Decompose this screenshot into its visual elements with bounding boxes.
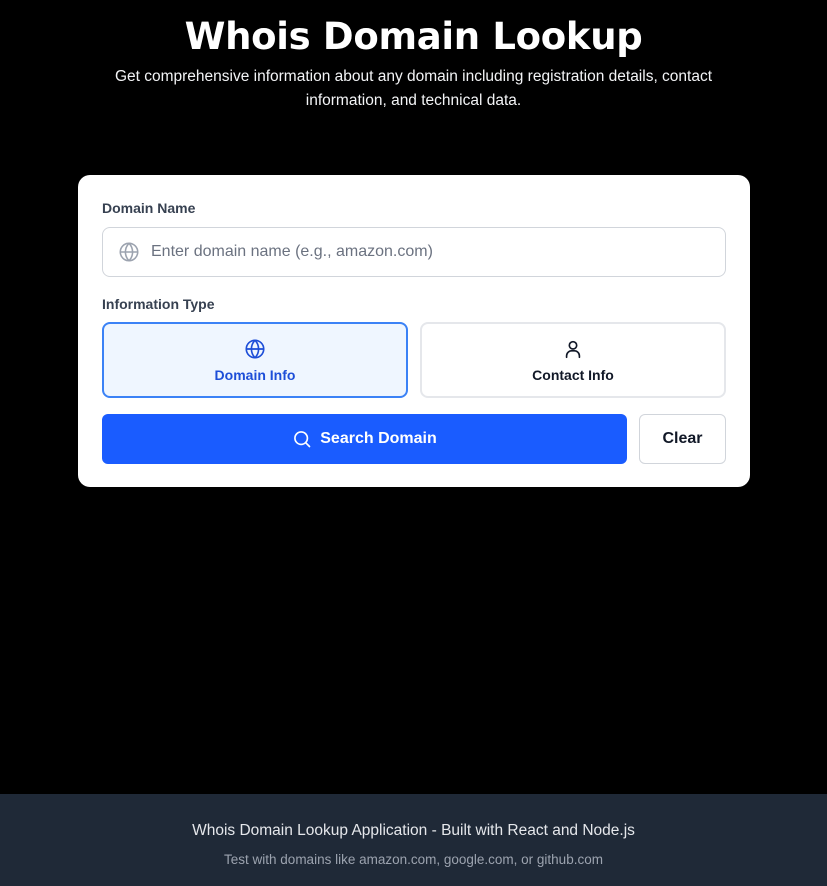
globe-icon: [119, 242, 139, 262]
domain-input-wrapper[interactable]: [102, 227, 726, 277]
domain-input[interactable]: [103, 228, 725, 276]
domain-info-label: Domain Info: [214, 366, 296, 383]
search-domain-button[interactable]: Search Domain: [102, 414, 627, 464]
lookup-card: Domain Name Information Type Domain Info…: [78, 175, 750, 487]
page-title: Whois Domain Lookup: [184, 15, 643, 58]
domain-name-label: Domain Name: [102, 200, 196, 216]
information-type-selector: Domain Info Contact Info: [102, 322, 726, 398]
user-icon: [565, 340, 581, 358]
page-header: Whois Domain Lookup Get comprehensive in…: [0, 14, 827, 113]
page-subtitle: Get comprehensive information about any …: [114, 68, 713, 109]
information-type-label: Information Type: [102, 296, 215, 312]
globe-icon: [245, 338, 265, 359]
page-footer: Whois Domain Lookup Application - Built …: [0, 794, 827, 886]
domain-info-option[interactable]: Domain Info: [102, 322, 408, 398]
footer-hint: Test with domains like amazon.com, googl…: [224, 852, 603, 867]
footer-credits: Whois Domain Lookup Application - Built …: [192, 822, 635, 839]
form-actions: Search Domain Clear: [102, 414, 726, 464]
clear-button[interactable]: Clear: [639, 414, 726, 464]
search-domain-label: Search Domain: [320, 430, 437, 447]
search-icon: [294, 431, 311, 448]
contact-info-option[interactable]: Contact Info: [420, 322, 726, 398]
contact-info-label: Contact Info: [532, 366, 614, 383]
